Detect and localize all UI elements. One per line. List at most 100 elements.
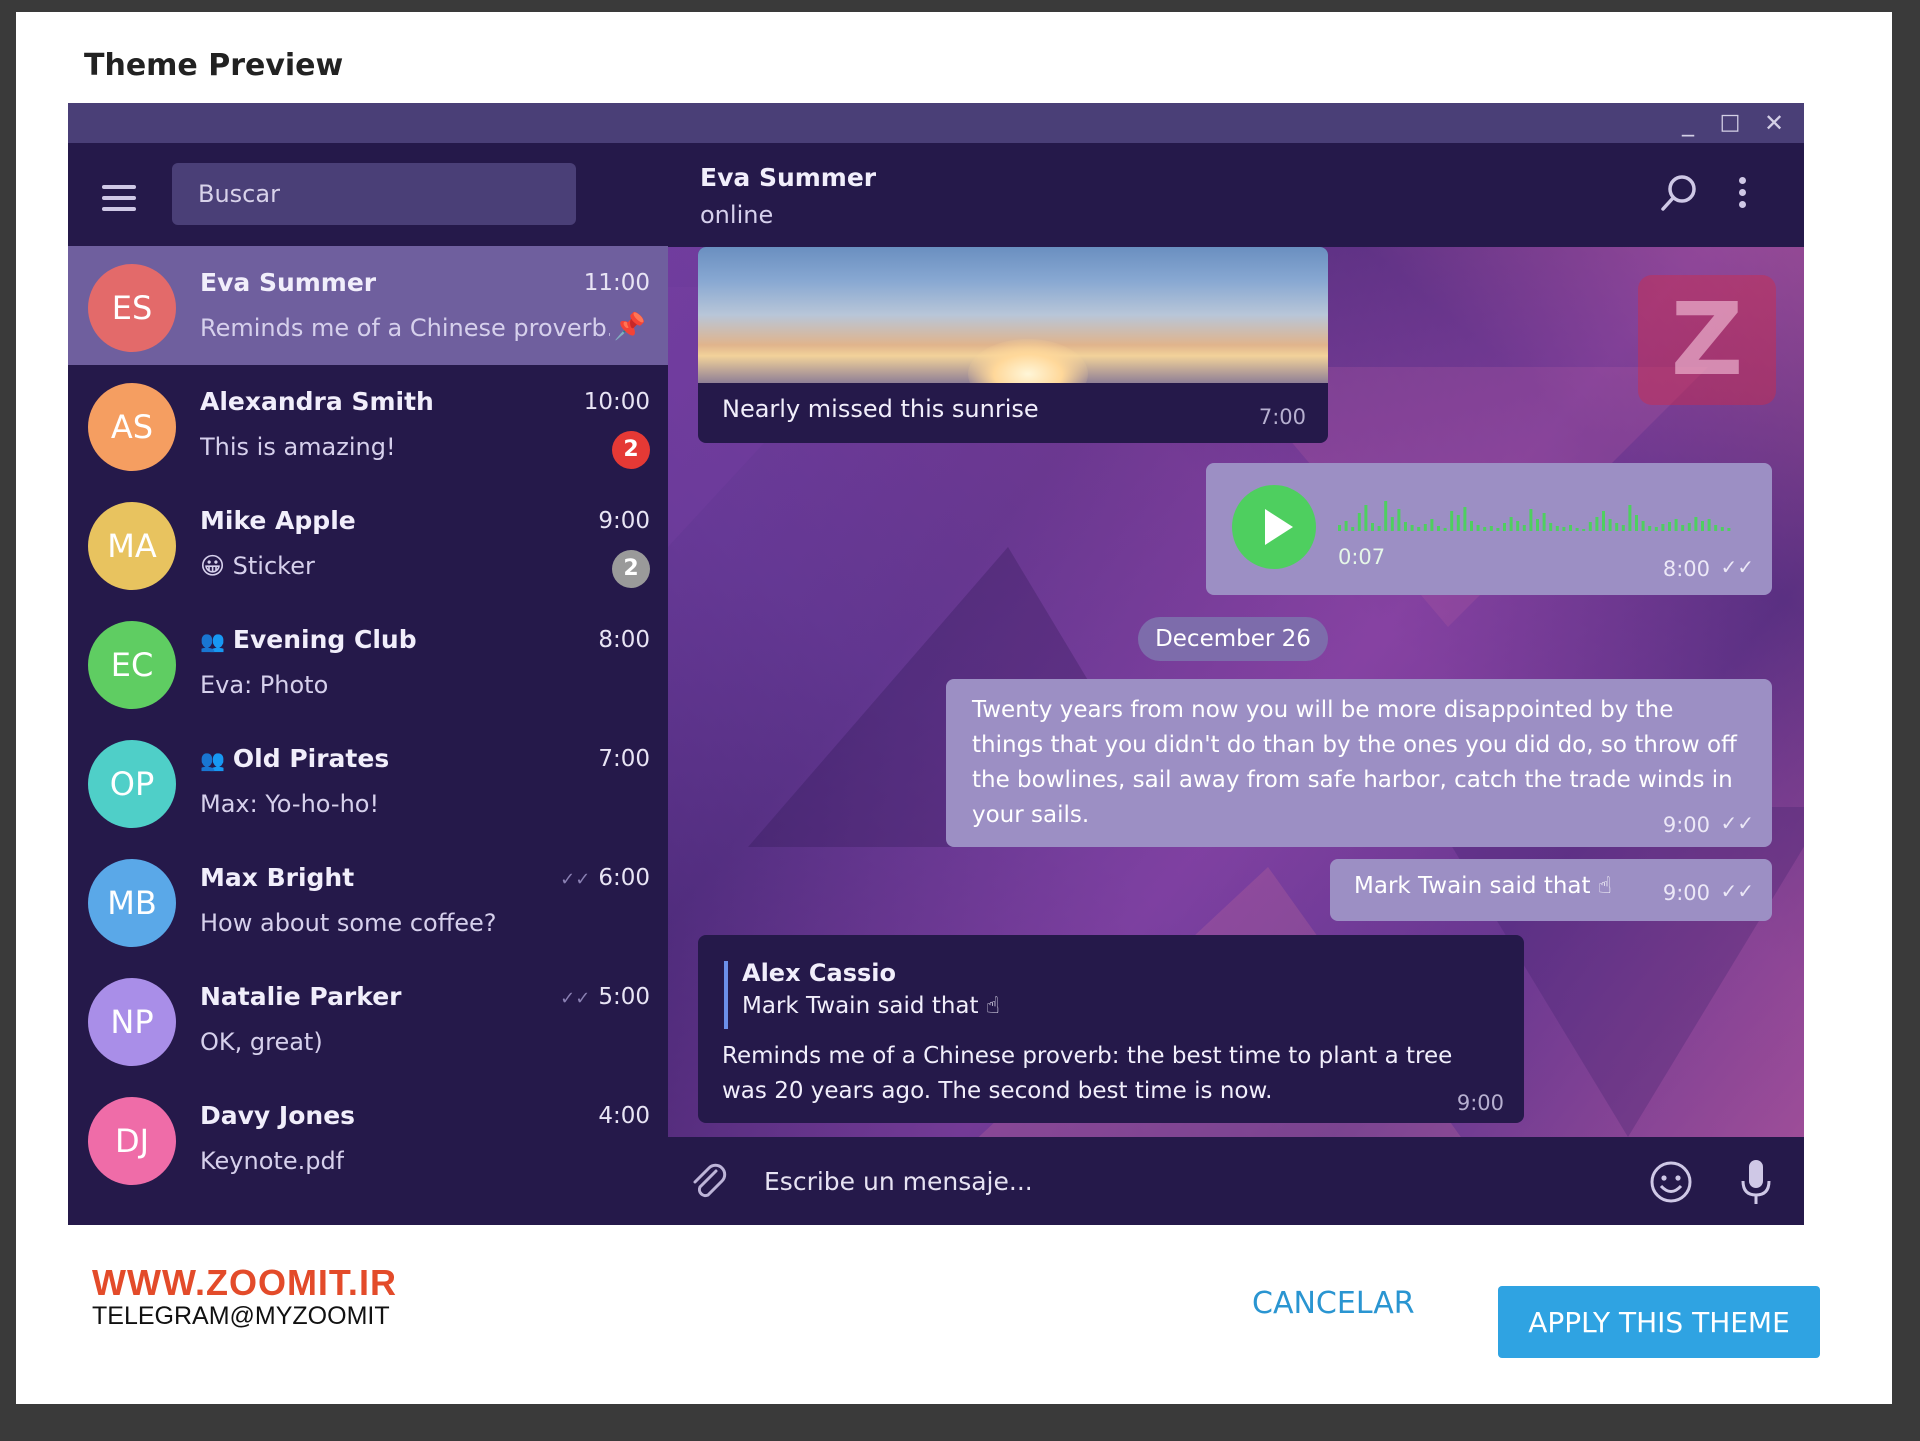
chat-row[interactable]: AS Alexandra Smith This is amazing! 10:00 2 [68, 365, 668, 484]
avatar: DJ [88, 1097, 176, 1185]
search-icon[interactable] [1658, 171, 1702, 215]
chat-preview: This is amazing! [200, 433, 396, 461]
peer-name[interactable]: Eva Summer [700, 163, 876, 192]
chat-time-label: 11:00 [583, 270, 650, 296]
chat-name: Mike Apple [200, 506, 356, 535]
mic-icon[interactable] [1736, 1157, 1776, 1207]
play-icon[interactable] [1232, 485, 1316, 569]
chat-time: ✓✓ 6:00 [560, 865, 650, 891]
peer-status: online [700, 201, 774, 229]
chat-name: Natalie Parker [200, 982, 402, 1011]
outgoing-message[interactable]: Twenty years from now you will be more d… [946, 679, 1772, 847]
maximize-icon[interactable]: □ [1710, 105, 1750, 141]
chat-name: Davy Jones [200, 1101, 355, 1130]
message-text: Mark Twain said that ☝ [1354, 873, 1612, 899]
chat-sidebar: Buscar ES Eva Summer Reminds me of a Chine… [68, 143, 668, 1225]
attach-icon[interactable] [686, 1159, 730, 1203]
chat-row[interactable]: OP 👥 Old Pirates Max: Yo-ho-ho! 7:00 [68, 722, 668, 841]
chat-time: 7:00 [598, 746, 650, 772]
double-check-icon: ✓✓ [1720, 811, 1754, 835]
message-time: 9:00 [1456, 1091, 1504, 1115]
chat-preview: How about some coffee? [200, 909, 497, 937]
message-area: Nearly missed this sunrise 7:00 0:07 8:0… [668, 247, 1804, 1137]
avatar: NP [88, 978, 176, 1066]
voice-message[interactable]: 0:07 8:00 ✓✓ [1206, 463, 1772, 595]
cancel-button[interactable]: CANCELAR [1252, 1286, 1415, 1321]
chat-time: 10:00 [584, 389, 650, 415]
watermark-telegram: TELEGRAM@MYZOOMIT [92, 1302, 390, 1330]
chat-name-label: Davy Jones [200, 1101, 356, 1130]
more-vert-icon[interactable] [1732, 173, 1752, 213]
chat-preview: Eva: Photo [200, 671, 329, 699]
message-time: 9:00 [1662, 881, 1710, 905]
message-time: 7:00 [1258, 405, 1306, 429]
voice-waveform[interactable] [1338, 493, 1738, 533]
voice-duration: 0:07 [1338, 545, 1386, 569]
chat-row[interactable]: NP Natalie Parker OK, great) ✓✓ 5:00 [68, 960, 668, 1079]
double-check-icon: ✓✓ [1720, 555, 1754, 579]
avatar: MA [88, 502, 176, 590]
chat-time: 8:00 [598, 627, 650, 653]
chat-name-label: Mike Apple [200, 506, 356, 535]
message-input[interactable] [764, 1161, 1564, 1201]
chat-name-label: Alexandra Smith [200, 387, 434, 416]
reply-message[interactable]: Alex Cassio Mark Twain said that ☝ Remin… [698, 935, 1524, 1123]
photo-message[interactable]: Nearly missed this sunrise 7:00 [698, 247, 1328, 443]
reply-bar [724, 961, 728, 1029]
minimize-icon[interactable]: _ [1668, 105, 1708, 141]
chat-time-label: 6:00 [598, 865, 650, 891]
chat-time: ✓✓ 5:00 [560, 984, 650, 1010]
chat-row[interactable]: ES Eva Summer Reminds me of a Chinese prov… [68, 246, 668, 365]
double-check-icon: ✓✓ [560, 869, 591, 890]
window-titlebar: _ □ ✕ [68, 103, 1804, 143]
chat-time-label: 10:00 [583, 389, 650, 415]
chat-row[interactable]: DJ Davy Jones Keynote.pdf 4:00 [68, 1079, 668, 1198]
hamburger-icon[interactable] [98, 185, 138, 215]
chat-time: 9:00 [598, 508, 650, 534]
chat-name-label: Max Bright [200, 863, 355, 892]
chat-time: 11:00 [584, 270, 650, 296]
pin-icon: 📌 [613, 312, 646, 342]
chat-row[interactable]: MB Max Bright How about some coffee? ✓✓ 6:00 [68, 841, 668, 960]
message-time: 9:00 [1662, 813, 1710, 837]
group-icon: 👥 [200, 748, 225, 772]
chat-time-label: 7:00 [598, 746, 650, 772]
dialog-title: Theme Preview [84, 48, 344, 83]
message-time: 8:00 [1662, 557, 1710, 581]
reply-author[interactable]: Alex Cassio [742, 959, 896, 987]
message-text: Reminds me of a Chinese proverb: the bes… [722, 1043, 1453, 1104]
chat-time-label: 4:00 [598, 1103, 650, 1129]
message-composer [668, 1137, 1804, 1225]
chat-panel: Eva Summer online Nearly missed this sun [668, 143, 1804, 1225]
chat-list: ES Eva Summer Reminds me of a Chinese prov… [68, 246, 668, 1198]
outgoing-message[interactable]: Mark Twain said that ☝ 9:00 ✓✓ [1330, 859, 1772, 921]
apply-theme-button[interactable]: APPLY THIS THEME [1498, 1286, 1820, 1358]
double-check-icon: ✓✓ [1720, 879, 1754, 903]
chat-name: 👥 Old Pirates [200, 744, 389, 773]
chat-preview: OK, great) [200, 1028, 323, 1056]
chat-preview: Reminds me of a Chinese proverb... [200, 314, 610, 342]
message-text: Twenty years from now you will be more d… [972, 697, 1737, 828]
chat-preview: 😀 Sticker [200, 552, 315, 580]
chat-name-label: Old Pirates [232, 744, 390, 773]
search-input[interactable]: Buscar [172, 163, 576, 225]
unread-badge: 2 [612, 550, 650, 588]
sunrise-photo[interactable] [698, 247, 1328, 383]
photo-caption: Nearly missed this sunrise [722, 395, 1039, 423]
telegram-preview-window: _ □ ✕ Buscar ES Eva Summer Reminds me of a… [68, 103, 1804, 1225]
chat-time-label: 8:00 [598, 627, 650, 653]
chat-row[interactable]: MA Mike Apple 😀 Sticker 9:00 2 [68, 484, 668, 603]
group-icon: 👥 [200, 629, 225, 653]
chat-name: Max Bright [200, 863, 354, 892]
zoomit-logo-watermark [1638, 275, 1776, 405]
chat-name-label: Eva Summer [200, 268, 377, 297]
reply-quote[interactable]: Mark Twain said that ☝ [742, 993, 1000, 1019]
close-icon[interactable]: ✕ [1754, 105, 1794, 141]
chat-header: Eva Summer online [668, 143, 1804, 247]
chat-row[interactable]: EC 👥 Evening Club Eva: Photo 8:00 [68, 603, 668, 722]
chat-name-label: Natalie Parker [200, 982, 402, 1011]
avatar: OP [88, 740, 176, 828]
avatar: ES [88, 264, 176, 352]
chat-name-label: Evening Club [232, 625, 417, 654]
emoji-icon[interactable] [1648, 1159, 1694, 1205]
